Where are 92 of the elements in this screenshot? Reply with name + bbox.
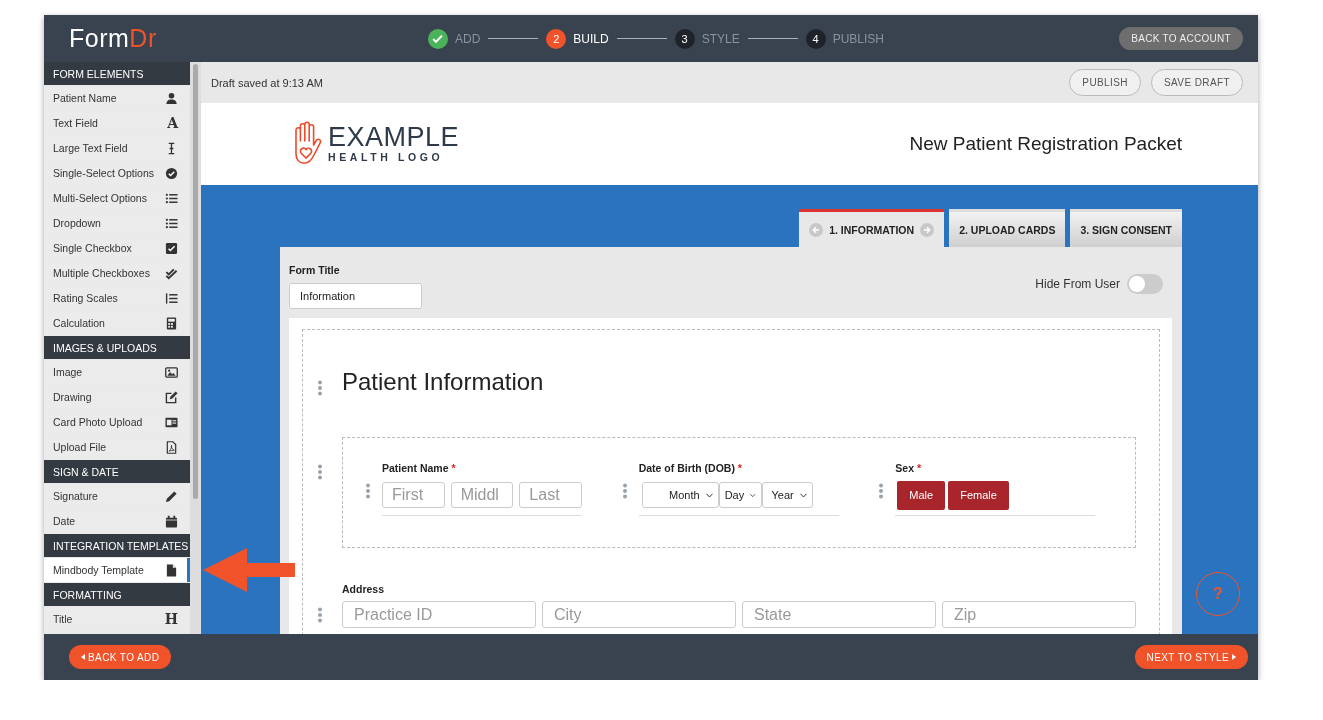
- field-label: Form Title: [289, 264, 341, 276]
- address-input[interactable]: Zip: [942, 601, 1136, 628]
- scrollbar[interactable]: [190, 62, 201, 634]
- item-label: Multi-Select Options: [53, 192, 147, 204]
- pencil-icon: [165, 489, 178, 503]
- toolbar-button[interactable]: SAVE DRAFT: [1150, 69, 1243, 96]
- section-header: FORMATTING: [44, 583, 190, 606]
- section-heading: Patient Information: [342, 368, 544, 396]
- section-header: IMAGES & UPLOADS: [44, 336, 190, 359]
- item-label: Signature: [53, 490, 98, 502]
- address-input[interactable]: State: [742, 601, 936, 628]
- toggle-switch[interactable]: [1127, 274, 1163, 294]
- chevron-icon: [750, 492, 756, 498]
- next-button[interactable]: NEXT TO STYLE: [1134, 645, 1248, 669]
- edit-icon: [165, 390, 178, 404]
- file-icon: [165, 563, 178, 577]
- logo-wordmark: EXAMPLE: [328, 124, 460, 150]
- list-icon: [165, 191, 178, 205]
- back-button[interactable]: BACK TO ADD: [69, 645, 172, 669]
- caret-icon: [1232, 654, 1236, 660]
- item-label: Rating Scales: [53, 292, 118, 304]
- item-label: Single Checkbox: [53, 242, 132, 254]
- item-label: Calculation: [53, 317, 105, 329]
- image-icon: [165, 365, 178, 379]
- check-circle-icon: [165, 166, 178, 180]
- letter-icon: H: [164, 612, 178, 626]
- item-label: Upload File: [53, 441, 107, 453]
- item-label: Text Field: [53, 117, 98, 129]
- letter-icon: A: [167, 116, 178, 130]
- person-icon: [165, 91, 178, 105]
- arrow-icon: [203, 548, 295, 592]
- option-button[interactable]: Male: [897, 480, 946, 510]
- item-label: Image: [53, 366, 83, 378]
- address-input[interactable]: City: [542, 601, 736, 628]
- name-input[interactable]: First: [382, 482, 445, 508]
- chevron-icon: [705, 492, 713, 498]
- item-label: Mindbody Template: [53, 564, 144, 576]
- item-label: Card Photo Upload: [53, 416, 143, 428]
- toggle-label: Hide From User: [1035, 277, 1120, 291]
- field-label: Address: [342, 583, 385, 595]
- app-logo: FormDr: [69, 24, 158, 53]
- item-label: Drawing: [53, 391, 92, 403]
- list-icon: [165, 216, 178, 230]
- section-header: SIGN & DATE: [44, 460, 190, 483]
- item-label: Date: [53, 515, 76, 527]
- save-status: Draft saved at 9:13 AM: [211, 76, 323, 89]
- caret-icon: [81, 654, 85, 660]
- drag-handle-icon: [316, 464, 323, 480]
- back-to-account-button[interactable]: BACK TO ACCOUNT: [1119, 27, 1243, 50]
- chevron-icon: [799, 492, 807, 498]
- name-input[interactable]: Last: [519, 482, 582, 508]
- option-button[interactable]: Female: [948, 480, 1009, 510]
- date-dropdown[interactable]: Day: [718, 482, 762, 508]
- form-tab[interactable]: 2. UPLOAD CARDS: [949, 209, 1066, 247]
- address-input[interactable]: Practice ID: [342, 601, 536, 628]
- item-label: Dropdown: [53, 217, 101, 229]
- form-tab[interactable]: 1. INFORMATION: [799, 209, 945, 247]
- form-tab[interactable]: 3. SIGN CONSENT: [1070, 209, 1182, 247]
- section-header: INTEGRATION TEMPLATES: [44, 534, 190, 557]
- field-label: Sex *: [895, 462, 923, 474]
- item-label: Large Text Field: [53, 142, 128, 154]
- toolbar-button[interactable]: PUBLISH: [1069, 69, 1141, 96]
- section-header: FORM ELEMENTS: [44, 62, 190, 85]
- step-number: 3: [674, 28, 695, 49]
- item-label: Single-Select Options: [53, 167, 154, 179]
- drag-handle-icon: [316, 380, 323, 396]
- field-label: Date of Birth (DOB) *: [638, 462, 743, 474]
- name-input[interactable]: Middl: [450, 482, 514, 508]
- item-label: Multiple Checkboxes: [53, 267, 150, 279]
- calendar-icon: [165, 514, 178, 528]
- drag-handle-icon: [316, 606, 323, 623]
- drag-handle-icon: [878, 483, 885, 499]
- numbered-list-icon: [165, 291, 178, 305]
- pdf-file-icon: [165, 440, 178, 454]
- sidebar-item[interactable]: Mindbody Template: [44, 558, 190, 582]
- item-label: Patient Name: [53, 92, 117, 104]
- date-dropdown[interactable]: Month: [641, 482, 719, 508]
- id-card-icon: [165, 415, 178, 429]
- field-label: Patient Name *: [382, 462, 457, 474]
- calculator-icon: [165, 316, 178, 330]
- form-title-input[interactable]: Information: [289, 283, 422, 309]
- date-dropdown[interactable]: Year: [761, 482, 813, 508]
- step-label[interactable]: BUILD: [573, 31, 609, 46]
- item-label: Title: [53, 613, 73, 625]
- checkbox-icon: [165, 241, 178, 255]
- logo-tagline: HEALTH LOGO: [328, 150, 445, 164]
- packet-title: New Patient Registration Packet: [909, 133, 1182, 155]
- drag-handle-icon: [621, 483, 628, 499]
- step-number: 4: [805, 28, 826, 49]
- drag-handle-icon: [365, 483, 371, 499]
- double-check-icon: [165, 266, 178, 280]
- step-number: 2: [546, 28, 567, 49]
